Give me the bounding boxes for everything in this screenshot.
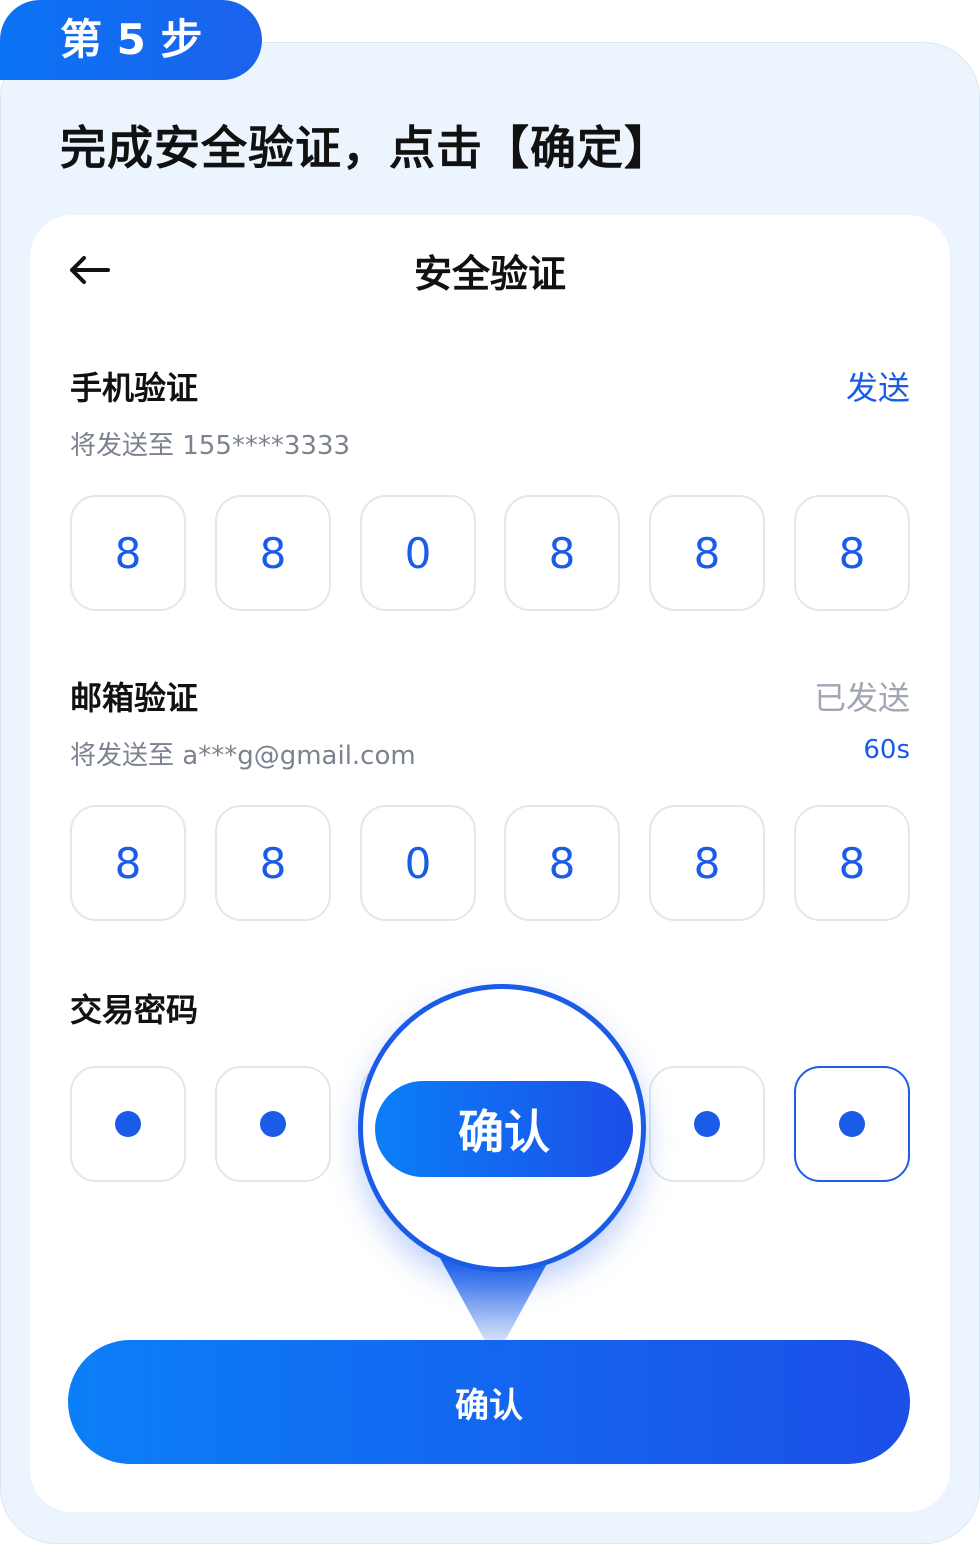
- password-dot: [260, 1111, 286, 1137]
- email-code-digit[interactable]: 0: [360, 805, 476, 921]
- email-verification-label: 邮箱验证: [70, 679, 199, 717]
- email-code-digit[interactable]: 8: [649, 805, 765, 921]
- password-dot: [839, 1111, 865, 1137]
- password-digit-active[interactable]: [794, 1066, 910, 1182]
- password-digit[interactable]: [649, 1066, 765, 1182]
- magnifier-callout: 确认: [358, 984, 646, 1272]
- email-sent-status: 已发送: [813, 679, 910, 717]
- password-digit[interactable]: [70, 1066, 186, 1182]
- phone-code-digit[interactable]: 8: [794, 495, 910, 611]
- email-code-digit[interactable]: 8: [215, 805, 331, 921]
- callout-confirm-button[interactable]: 确认: [375, 1081, 633, 1177]
- phone-hint: 将发送至 155****3333: [70, 431, 351, 461]
- phone-code-digit[interactable]: 8: [504, 495, 620, 611]
- phone-verification-label: 手机验证: [70, 369, 199, 407]
- email-code-row: 8 8 0 8 8 8: [70, 805, 910, 921]
- password-dot: [694, 1111, 720, 1137]
- trade-password-label: 交易密码: [70, 991, 199, 1029]
- email-code-digit[interactable]: 8: [504, 805, 620, 921]
- phone-code-digit[interactable]: 8: [215, 495, 331, 611]
- email-code-digit[interactable]: 8: [70, 805, 186, 921]
- confirm-button[interactable]: 确认: [68, 1340, 910, 1464]
- email-code-digit[interactable]: 8: [794, 805, 910, 921]
- callout-pointer: [440, 1258, 550, 1354]
- phone-code-digit[interactable]: 8: [70, 495, 186, 611]
- phone-send-button[interactable]: 发送: [846, 363, 910, 409]
- step-heading: 完成安全验证，点击【确定】: [60, 121, 671, 175]
- password-digit[interactable]: [215, 1066, 331, 1182]
- phone-code-digit[interactable]: 0: [360, 495, 476, 611]
- step-badge: 第 5 步: [0, 0, 262, 80]
- screen-title: 安全验证: [413, 252, 566, 296]
- phone-code-digit[interactable]: 8: [649, 495, 765, 611]
- password-dot: [115, 1111, 141, 1137]
- email-countdown: 60s: [863, 735, 910, 765]
- phone-code-row: 8 8 0 8 8 8: [70, 495, 910, 611]
- email-hint: 将发送至 a***g@gmail.com: [70, 741, 416, 771]
